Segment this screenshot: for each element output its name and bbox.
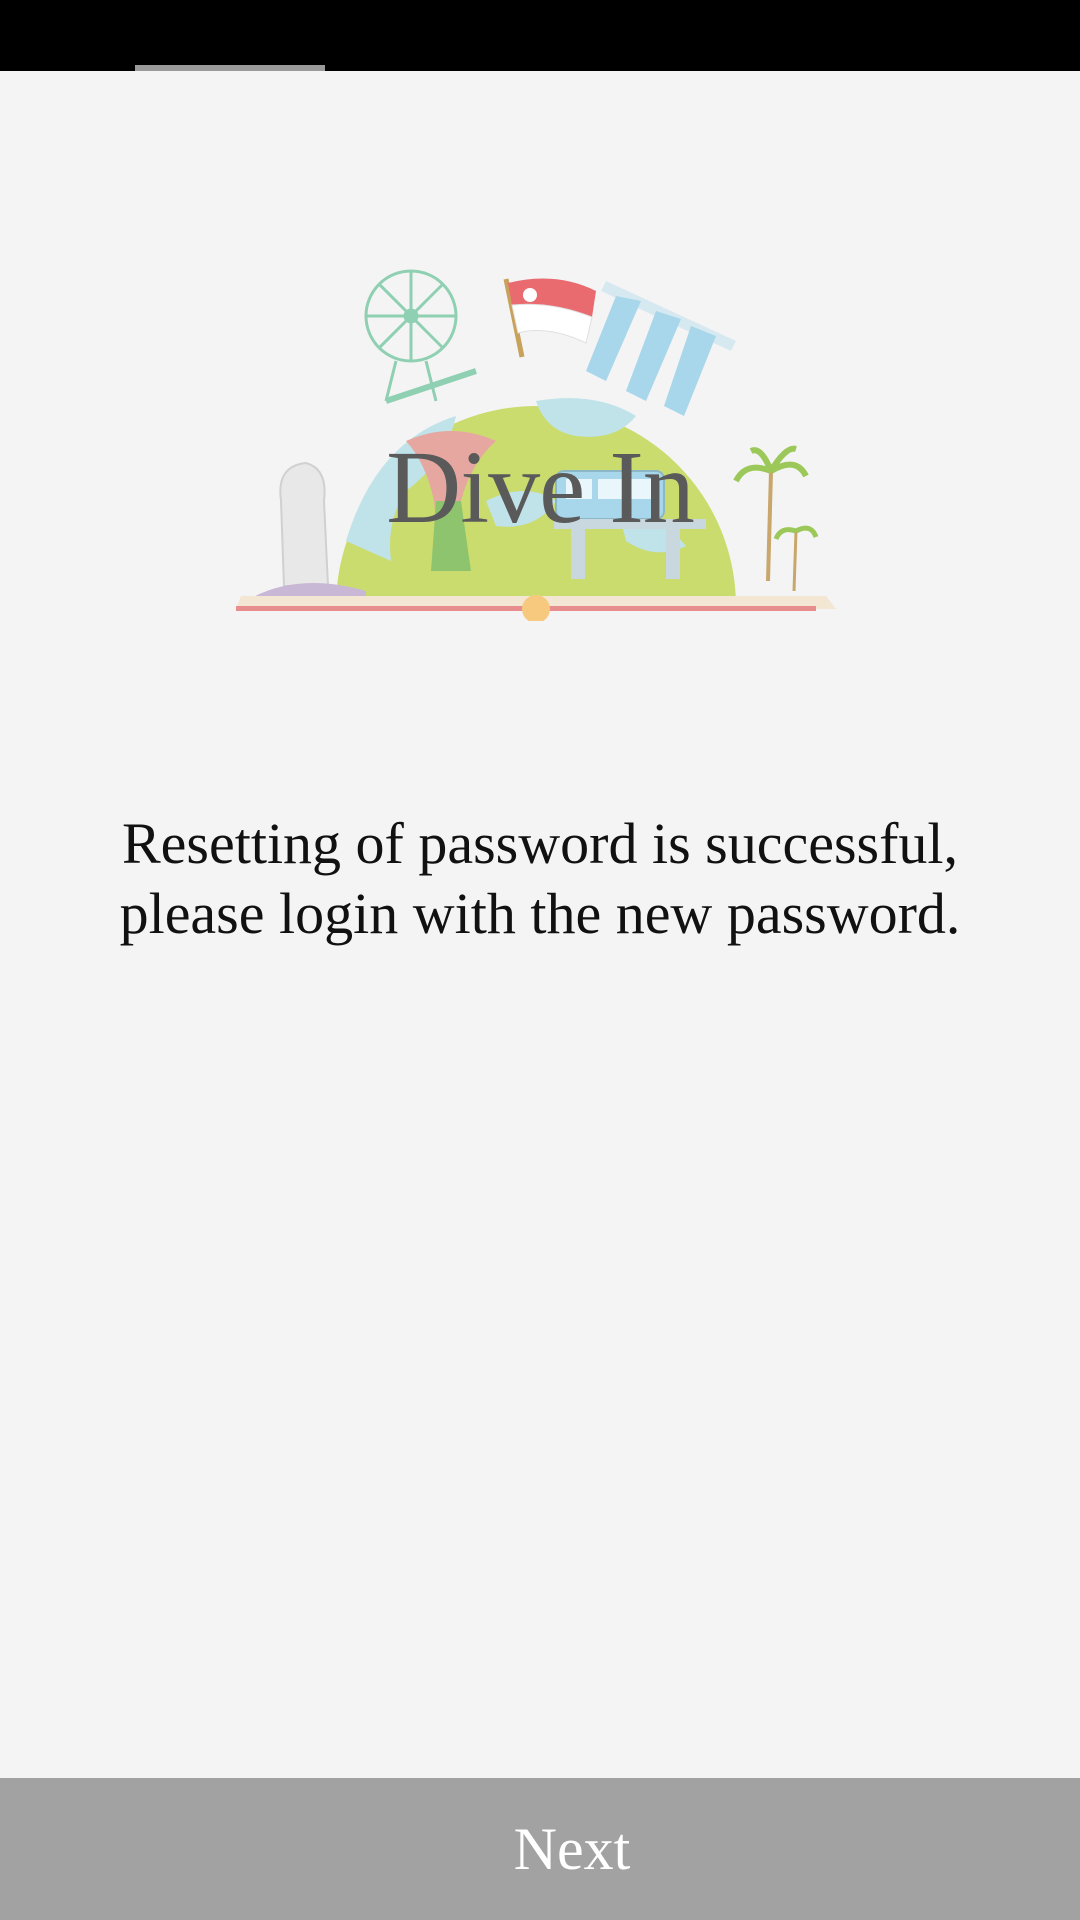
status-bar (0, 0, 1080, 71)
content-area: Dive In Resetting of password is success… (0, 71, 1080, 1778)
marina-bay-sands-icon (586, 281, 736, 416)
ferris-wheel-icon (364, 269, 477, 404)
logo-title: Dive In (386, 430, 695, 545)
success-message-line-1: Resetting of password is successful, (121, 811, 959, 876)
next-button-label: Next (513, 1816, 631, 1882)
success-message: Resetting of password is successful, ple… (40, 809, 1040, 949)
dive-in-logo (236, 269, 836, 621)
success-message-line-2: please login with the new password. (119, 881, 961, 946)
singapore-flag-icon (503, 278, 596, 358)
next-button[interactable]: Next (0, 1778, 1080, 1920)
